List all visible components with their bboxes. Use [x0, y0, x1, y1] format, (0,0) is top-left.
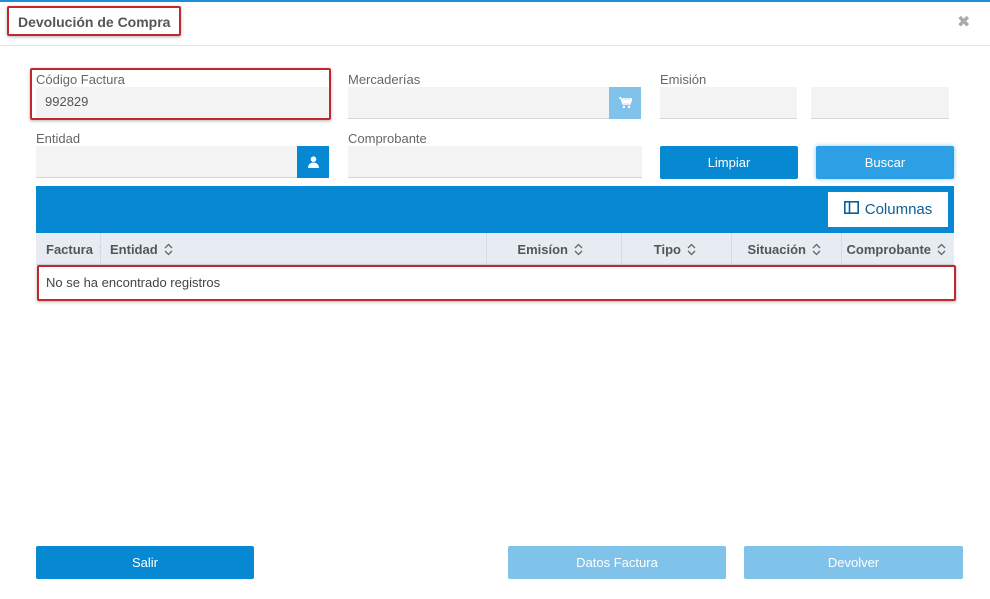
limpiar-button[interactable]: Limpiar: [660, 146, 798, 179]
comprobante-label: Comprobante: [348, 131, 427, 146]
emision-from-input[interactable]: [660, 87, 797, 119]
table-toolbar: [36, 186, 954, 233]
devolver-button[interactable]: Devolver: [744, 546, 963, 579]
empty-row-highlight-box: [37, 265, 956, 301]
column-header-factura[interactable]: Factura: [36, 233, 101, 265]
sort-icon: [937, 243, 946, 256]
sort-icon: [164, 243, 173, 256]
mercaderias-label: Mercaderías: [348, 72, 421, 87]
close-icon[interactable]: ✖: [957, 12, 970, 32]
columnas-button[interactable]: Columnas: [827, 191, 949, 228]
codigo-factura-highlight-box: [30, 68, 331, 120]
emision-label: Emisión: [660, 72, 707, 87]
buscar-button[interactable]: Buscar: [816, 146, 954, 179]
cart-icon[interactable]: [609, 87, 641, 119]
entidad-label: Entidad: [36, 131, 81, 146]
entidad-input[interactable]: [36, 146, 298, 178]
dialog-title: Devolución de Compra: [18, 14, 171, 30]
column-header-tipo[interactable]: Tipo: [622, 233, 732, 265]
columns-icon: [843, 201, 859, 218]
columnas-button-label: Columnas: [864, 201, 933, 218]
column-header-situacion[interactable]: Situación: [732, 233, 842, 265]
emision-to-input[interactable]: [811, 87, 949, 119]
mercaderias-input[interactable]: [348, 87, 610, 119]
column-header-comprobante[interactable]: Comprobante: [842, 233, 954, 265]
sort-icon: [687, 243, 696, 256]
sort-icon: [574, 243, 583, 256]
column-header-emision[interactable]: Emisíon: [487, 233, 622, 265]
datos-factura-button[interactable]: Datos Factura: [508, 546, 726, 579]
sort-icon: [812, 243, 821, 256]
salir-button[interactable]: Salir: [36, 546, 254, 579]
table-header: Factura Entidad Emisíon Tipo Situación C…: [36, 233, 954, 265]
user-icon[interactable]: [297, 146, 329, 178]
column-header-entidad[interactable]: Entidad: [101, 233, 487, 265]
comprobante-input[interactable]: [348, 146, 642, 178]
